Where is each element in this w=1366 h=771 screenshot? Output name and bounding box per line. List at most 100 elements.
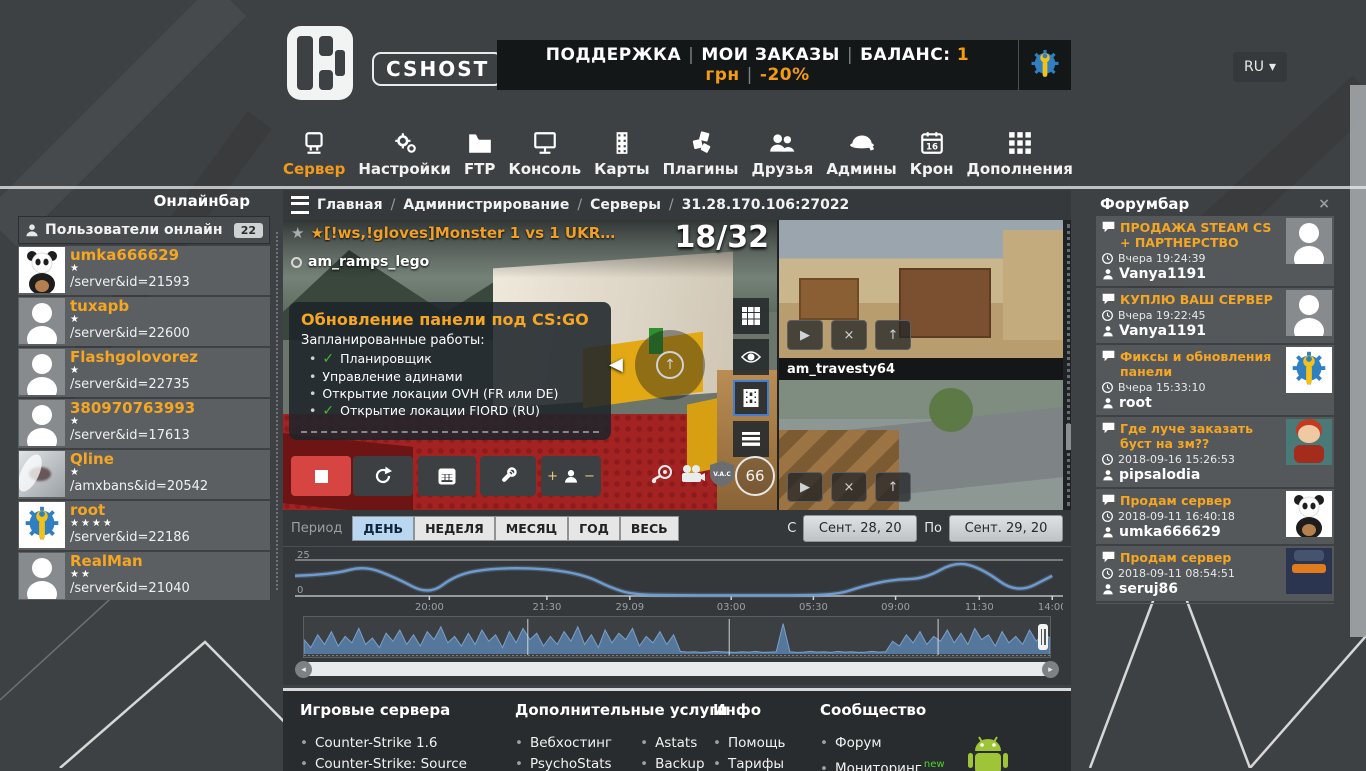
nav-tab-настройки[interactable]: Настройки	[358, 126, 451, 186]
server-name[interactable]: ★[!ws,!gloves]Monster 1 vs 1 UKR…	[310, 224, 615, 242]
user-location-link[interactable]: /server&id=22735	[70, 377, 270, 393]
post-title[interactable]: Где луче заказать буст на зм??	[1120, 421, 1280, 451]
online-user-row[interactable]: Flashgolovorez★/server&id=22735	[18, 348, 270, 397]
thumbnails-scrollbar[interactable]	[1067, 224, 1070, 506]
online-user-row[interactable]: 380970763993★/server&id=17613	[18, 399, 270, 448]
breadcrumb-item[interactable]: 31.28.170.106:27022	[682, 197, 850, 213]
date-from-input[interactable]: Сент. 28, 20	[803, 515, 917, 542]
user-location-link[interactable]: /server&id=22600	[70, 326, 270, 342]
post-author[interactable]: umka666629	[1119, 524, 1221, 540]
forum-post[interactable]: Фиксы и обновления панелиВчера 15:33:10r…	[1096, 345, 1334, 415]
user-location-link[interactable]: /server&id=21040	[70, 581, 270, 597]
post-author[interactable]: seruj86	[1119, 581, 1178, 597]
user-name[interactable]: RealMan	[70, 552, 270, 569]
slots-button[interactable]: + −	[541, 456, 601, 496]
forum-post[interactable]: Где луче заказать буст на зм??2018-09-16…	[1096, 417, 1334, 487]
footer-link[interactable]: Мониторингnew	[820, 754, 945, 771]
nav-tab-админы[interactable]: Админы	[826, 126, 896, 186]
post-author[interactable]: pipsalodia	[1119, 467, 1200, 483]
grid-view-button[interactable]	[733, 298, 769, 334]
footer-link[interactable]: PsychoStats	[515, 754, 612, 771]
post-author[interactable]: Vanya1191	[1119, 266, 1206, 282]
breadcrumb-item[interactable]: Главная	[317, 197, 383, 213]
post-title[interactable]: ПРОДАЖА STEAM CS + ПАРТНЕРСТВО	[1120, 220, 1280, 250]
chart-scrollbar[interactable]: ◂ ▸	[303, 662, 1051, 676]
forum-post[interactable]: КУПЛЮ ВАШ СЕРВЕРВчера 19:22:45Vanya1191	[1096, 288, 1334, 343]
chart-navigator[interactable]	[303, 616, 1051, 658]
period-button-год[interactable]: ГОД	[568, 516, 620, 541]
play-map-button[interactable]: ▶	[787, 472, 823, 502]
nav-tab-сервер[interactable]: Сервер	[283, 126, 345, 186]
online-users-header[interactable]: Пользователи онлайн 22	[18, 216, 270, 244]
user-location-link[interactable]: /server&id=22186	[70, 530, 270, 546]
schedule-button[interactable]	[418, 456, 476, 496]
post-title[interactable]: Продам сервер	[1120, 550, 1231, 565]
map-info-button[interactable]: ↑	[875, 320, 911, 350]
nav-tab-крон[interactable]: 16Крон	[910, 126, 954, 186]
online-user-row[interactable]: Qline★/amxbans&id=20542	[18, 450, 270, 499]
footer-link[interactable]: Тарифы	[713, 754, 786, 771]
close-icon[interactable]: ×	[1318, 196, 1330, 212]
forum-post[interactable]: Мониторинг Игровых Серверов Cs2018-09-10…	[1096, 603, 1334, 604]
online-user-row[interactable]: umka666629★/server&id=21593	[18, 246, 270, 295]
map-thumbnail-1[interactable]: ▶ × ↑	[779, 220, 1063, 358]
map-thumbnail-2[interactable]: ▶ × ↑	[779, 380, 1063, 510]
scroll-right-button[interactable]: ▸	[1042, 661, 1059, 678]
footer-link[interactable]: Astats	[640, 733, 704, 754]
post-title[interactable]: КУПЛЮ ВАШ СЕРВЕР	[1120, 292, 1273, 307]
online-user-row[interactable]: RealMan★★/server&id=21040	[18, 552, 270, 600]
period-button-день[interactable]: ДЕНЬ	[352, 516, 414, 541]
footer-link[interactable]: Форум	[820, 733, 945, 754]
online-user-row[interactable]: root★★★★/server&id=22186	[18, 501, 270, 550]
restart-server-button[interactable]	[353, 456, 413, 496]
footer-link[interactable]: Counter-Strike 1.6	[300, 733, 467, 754]
navigator-handle[interactable]	[1038, 624, 1048, 650]
minus-icon[interactable]: −	[584, 469, 595, 484]
scroll-left-button[interactable]: ◂	[295, 661, 312, 678]
forum-post[interactable]: Продам сервер2018-09-11 08:54:51seruj86	[1096, 546, 1334, 601]
post-author[interactable]: Vanya1191	[1119, 323, 1206, 339]
language-selector[interactable]: RU ▾	[1233, 52, 1287, 82]
user-location-link[interactable]: /amxbans&id=20542	[70, 479, 270, 495]
footer-link[interactable]: Помощь	[713, 733, 786, 754]
nav-tab-консоль[interactable]: Консоль	[508, 126, 581, 186]
breadcrumb-item[interactable]: Администрирование	[403, 197, 569, 213]
date-to-input[interactable]: Сент. 29, 20	[949, 515, 1063, 542]
user-name[interactable]: root	[70, 501, 270, 518]
post-author[interactable]: root	[1119, 395, 1152, 411]
forum-post[interactable]: Продам сервер2018-09-11 16:40:18umka6666…	[1096, 489, 1334, 544]
map-info-button[interactable]: ↑	[875, 472, 911, 502]
footer-link[interactable]: Counter-Strike: Source	[300, 754, 467, 771]
cshost-logo-icon[interactable]	[287, 26, 353, 100]
footer-link[interactable]: Вебхостинг	[515, 733, 612, 754]
support-link[interactable]: ПОДДЕРЖКА	[546, 45, 681, 65]
play-map-button[interactable]: ▶	[787, 320, 823, 350]
favorite-star-icon[interactable]: ★	[291, 224, 304, 242]
brand-gear-icon[interactable]	[1018, 40, 1071, 90]
nav-tab-дополнения[interactable]: Дополнения	[967, 126, 1073, 186]
nav-tab-карты[interactable]: Карты	[594, 126, 649, 186]
brand-name[interactable]: CSHOST	[372, 52, 503, 86]
plus-icon[interactable]: +	[547, 469, 558, 484]
breadcrumb-item[interactable]: Серверы	[590, 197, 661, 213]
footer-link[interactable]: Backup	[640, 754, 704, 771]
period-button-весь[interactable]: ВЕСЬ	[620, 516, 679, 541]
post-title[interactable]: Фиксы и обновления панели	[1120, 349, 1280, 379]
user-location-link[interactable]: /server&id=17613	[70, 428, 270, 444]
delete-map-button[interactable]: ×	[831, 320, 867, 350]
user-name[interactable]: tuxapb	[70, 297, 270, 314]
stop-server-button[interactable]	[291, 456, 351, 496]
nav-tab-друзья[interactable]: Друзья	[752, 126, 814, 186]
period-button-неделя[interactable]: НЕДЕЛЯ	[414, 516, 495, 541]
delete-map-button[interactable]: ×	[831, 472, 867, 502]
user-name[interactable]: 380970763993	[70, 399, 270, 416]
settings-button[interactable]	[480, 456, 536, 496]
user-location-link[interactable]: /server&id=21593	[70, 275, 270, 291]
eye-view-button[interactable]	[733, 339, 769, 375]
user-name[interactable]: umka666629	[70, 246, 270, 263]
forum-post[interactable]: ПРОДАЖА STEAM CS + ПАРТНЕРСТВОВчера 19:2…	[1096, 216, 1334, 286]
carousel-prev-icon[interactable]: ◀	[609, 354, 623, 375]
nav-tab-ftp[interactable]: FTP	[464, 126, 495, 186]
user-name[interactable]: Flashgolovorez	[70, 348, 270, 365]
nav-tab-плагины[interactable]: Плагины	[663, 126, 739, 186]
